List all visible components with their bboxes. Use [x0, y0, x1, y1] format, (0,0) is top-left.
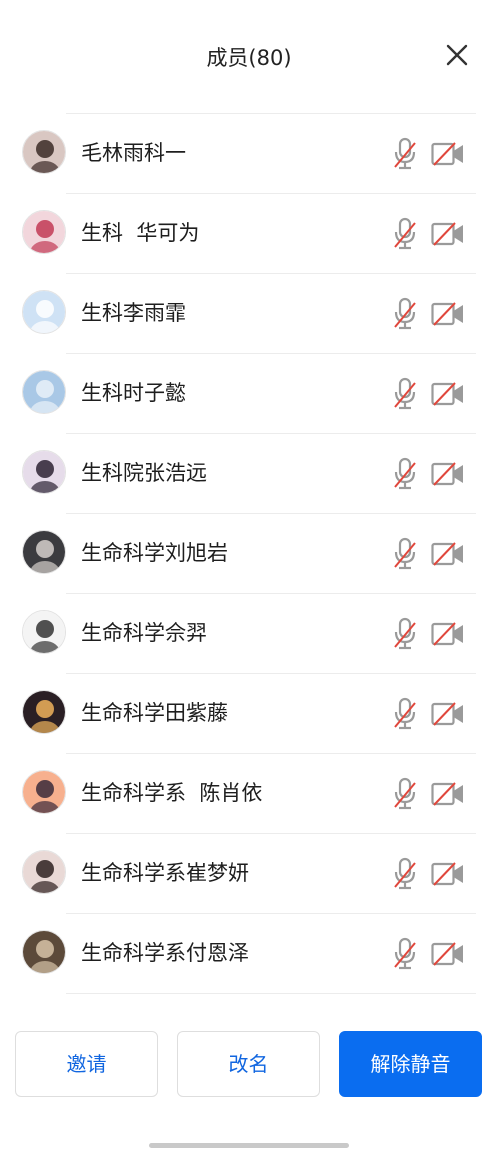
- member-row[interactable]: 生命科学田紫藤: [0, 673, 498, 753]
- member-row[interactable]: 生科院张浩远: [0, 433, 498, 513]
- camera-off-icon: [431, 222, 463, 246]
- mic-toggle[interactable]: [390, 537, 420, 571]
- camera-off-icon: [431, 382, 463, 406]
- member-name: 生命科学刘旭岩: [81, 541, 228, 565]
- member-row[interactable]: 生科时子懿: [0, 353, 498, 433]
- camera-toggle[interactable]: [431, 141, 465, 167]
- mic-muted-icon: [394, 937, 416, 970]
- member-row[interactable]: 生命科学系 陈肖依: [0, 753, 498, 833]
- mic-muted-icon: [394, 857, 416, 890]
- close-button[interactable]: [440, 38, 474, 72]
- camera-off-icon: [431, 782, 463, 806]
- member-name: 毛林雨科一: [81, 141, 186, 165]
- mic-toggle[interactable]: [390, 297, 420, 331]
- avatar: [22, 610, 66, 654]
- mic-muted-icon: [394, 457, 416, 490]
- home-indicator: [149, 1143, 349, 1148]
- member-name: 生命科学系崔梦妍: [81, 861, 249, 885]
- camera-off-icon: [431, 542, 463, 566]
- camera-toggle[interactable]: [431, 461, 465, 487]
- member-row[interactable]: 生命科学系付恩泽: [0, 913, 498, 994]
- member-name: 生科李雨霏: [81, 301, 186, 325]
- action-bar: 邀请 改名 解除静音: [0, 1031, 498, 1099]
- avatar: [22, 210, 66, 254]
- camera-off-icon: [431, 862, 463, 886]
- mic-muted-icon: [394, 377, 416, 410]
- camera-toggle[interactable]: [431, 381, 465, 407]
- member-row[interactable]: 生命科学佘羿: [0, 593, 498, 673]
- header: 成员(80): [0, 0, 498, 113]
- member-name: 生命科学系付恩泽: [81, 941, 249, 965]
- rename-button[interactable]: 改名: [177, 1031, 320, 1097]
- avatar: [22, 930, 66, 974]
- mic-muted-icon: [394, 777, 416, 810]
- mic-muted-icon: [394, 697, 416, 730]
- member-row[interactable]: 生命科学刘旭岩: [0, 513, 498, 593]
- avatar: [22, 450, 66, 494]
- member-name: 生命科学田紫藤: [81, 701, 228, 725]
- avatar: [22, 290, 66, 334]
- member-row[interactable]: 生命科学系崔梦妍: [0, 833, 498, 913]
- camera-off-icon: [431, 462, 463, 486]
- member-row[interactable]: 毛林雨科一: [0, 113, 498, 193]
- mic-muted-icon: [394, 617, 416, 650]
- camera-off-icon: [431, 622, 463, 646]
- member-list: 毛林雨科一生科 华可为 生科李雨霏生科时子懿生科院张浩远 生命科学刘旭岩 生命科学佘羿…: [0, 113, 498, 994]
- camera-off-icon: [431, 302, 463, 326]
- mic-toggle[interactable]: [390, 137, 420, 171]
- avatar: [22, 850, 66, 894]
- mic-muted-icon: [394, 537, 416, 570]
- camera-toggle[interactable]: [431, 701, 465, 727]
- camera-toggle[interactable]: [431, 781, 465, 807]
- mic-toggle[interactable]: [390, 217, 420, 251]
- member-name: 生命科学系 陈肖依: [81, 781, 263, 805]
- mic-toggle[interactable]: [390, 937, 420, 971]
- camera-toggle[interactable]: [431, 941, 465, 967]
- member-row[interactable]: 生科 华可为: [0, 193, 498, 273]
- invite-button[interactable]: 邀请: [15, 1031, 158, 1097]
- mic-muted-icon: [394, 137, 416, 170]
- avatar: [22, 770, 66, 814]
- mic-toggle[interactable]: [390, 377, 420, 411]
- camera-off-icon: [431, 942, 463, 966]
- camera-toggle[interactable]: [431, 861, 465, 887]
- mic-muted-icon: [394, 297, 416, 330]
- camera-toggle[interactable]: [431, 541, 465, 567]
- close-icon: [446, 44, 468, 66]
- camera-toggle[interactable]: [431, 221, 465, 247]
- camera-toggle[interactable]: [431, 301, 465, 327]
- mic-toggle[interactable]: [390, 857, 420, 891]
- member-name: 生科时子懿: [81, 381, 186, 405]
- camera-off-icon: [431, 702, 463, 726]
- avatar: [22, 690, 66, 734]
- mic-toggle[interactable]: [390, 697, 420, 731]
- avatar: [22, 130, 66, 174]
- avatar: [22, 530, 66, 574]
- camera-off-icon: [431, 142, 463, 166]
- member-name: 生科 华可为: [81, 221, 200, 245]
- unmute-all-button[interactable]: 解除静音: [339, 1031, 482, 1097]
- mic-muted-icon: [394, 217, 416, 250]
- page-title: 成员(80): [206, 46, 292, 70]
- camera-toggle[interactable]: [431, 621, 465, 647]
- avatar: [22, 370, 66, 414]
- mic-toggle[interactable]: [390, 617, 420, 651]
- member-name: 生科院张浩远: [81, 461, 207, 485]
- member-name: 生命科学佘羿: [81, 621, 207, 645]
- mic-toggle[interactable]: [390, 457, 420, 491]
- mic-toggle[interactable]: [390, 777, 420, 811]
- member-row[interactable]: 生科李雨霏: [0, 273, 498, 353]
